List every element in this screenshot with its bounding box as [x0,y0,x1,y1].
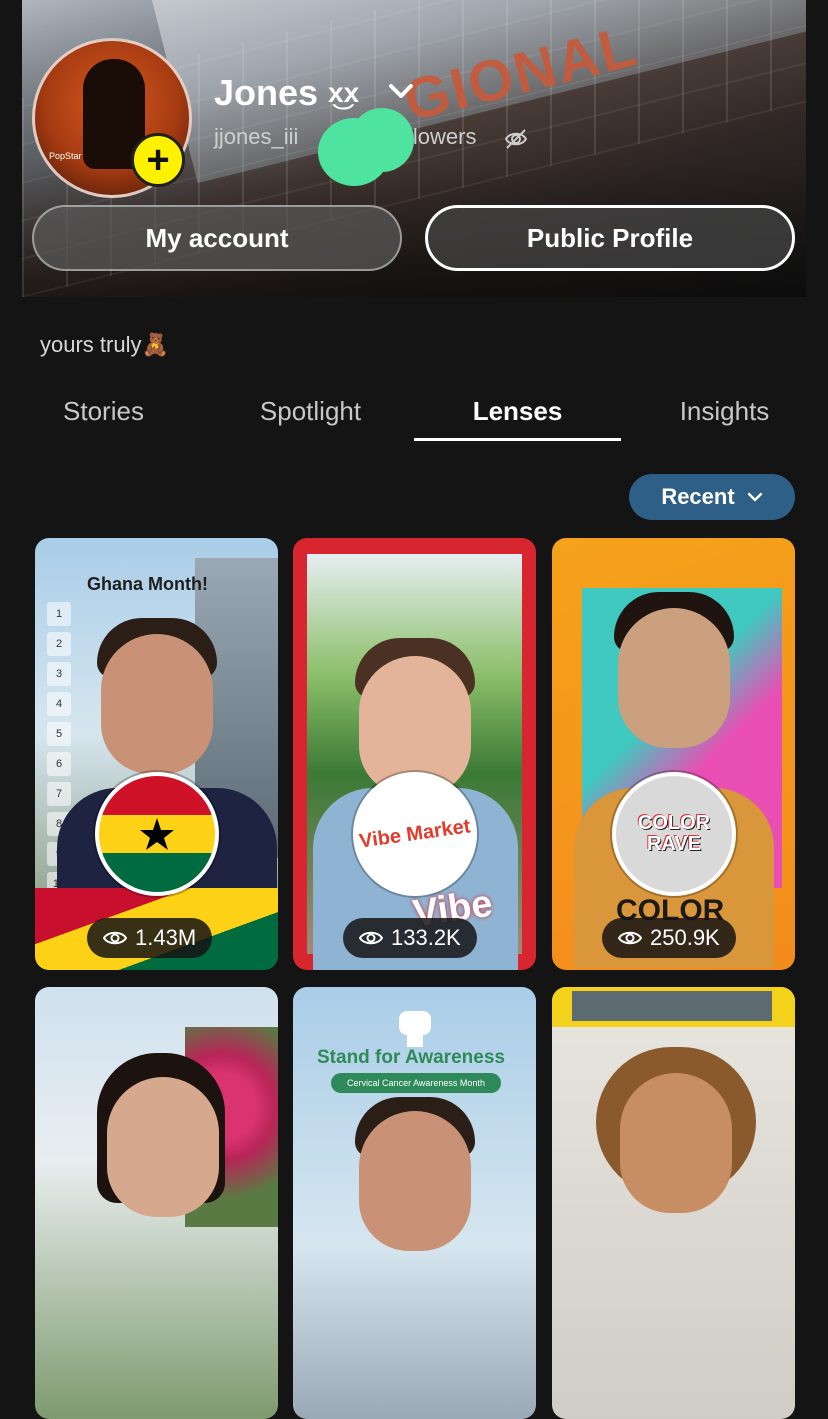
vibe-market-logo: Vibe Market [357,814,472,853]
public-profile-button[interactable]: Public Profile [425,205,795,271]
views-value: 250.9K [650,925,720,950]
views-value: 133.2K [391,925,461,950]
chevron-down-icon [747,492,762,502]
active-tab-indicator [414,438,621,441]
face [101,634,213,774]
eye-icon [103,931,127,945]
avatar-caption: PopStar [49,151,82,161]
color-rave-logo: COLOR RAVE [637,812,711,855]
lens-card[interactable] [35,987,278,1419]
lens-card[interactable]: Vibe Vibe Market 133.2K [293,538,536,970]
eye-icon [618,931,642,945]
views-count: 250.9K [602,918,736,958]
lens-overlay-title: Stand for Awareness [317,1047,505,1068]
lens-badge: COLOR RAVE [612,772,736,896]
plus-icon: + [146,138,170,182]
views-value: 1.43M [135,925,197,950]
tab-spotlight[interactable]: Spotlight [207,396,414,427]
window [572,991,772,1021]
tab-insights[interactable]: Insights [621,396,828,427]
face [618,608,730,748]
lens-card[interactable]: Stand for Awareness Cervical Cancer Awar… [293,987,536,1419]
raised-fist-icon [399,1011,431,1047]
username: jjones_iii [214,124,299,149]
redaction-blob [318,108,414,186]
lens-badge: Vibe Market [353,772,477,896]
views-count: 133.2K [343,918,477,958]
display-name: Jones [214,72,319,113]
tab-lenses[interactable]: Lenses [414,396,621,427]
face [107,1077,219,1217]
views-count: 1.43M [87,918,213,958]
eye-off-icon[interactable] [503,126,529,152]
my-account-button[interactable]: My account [32,205,402,271]
lens-badge [95,772,219,896]
bio: yours truly🧸 [40,332,169,358]
profile-tabs: Stories Spotlight Lenses Insights [0,396,828,444]
lens-overlay-title: Ghana Month! [87,574,208,594]
lens-card[interactable]: COLOR COLOR RAVE 250.9K [552,538,795,970]
eye-icon [359,931,383,945]
face [359,1111,471,1251]
face [620,1073,732,1213]
sort-dropdown[interactable]: Recent [629,474,795,520]
chevron-down-icon[interactable] [386,78,416,106]
ghana-flag-icon [99,776,215,892]
add-story-button[interactable]: + [131,133,185,187]
lens-overlay-subtitle: Cervical Cancer Awareness Month [331,1073,501,1093]
teddy-bear-emoji: 🧸 [141,332,169,357]
lens-card[interactable]: 12345678910 Ghana Month! 1.43M [35,538,278,970]
sort-label: Recent [661,484,735,509]
username-row: jjones_iii [214,124,298,150]
tab-stories[interactable]: Stories [0,396,207,427]
bio-text: yours truly [40,332,142,357]
lens-card[interactable] [552,987,795,1419]
followers-count[interactable]: llowers [408,124,476,150]
